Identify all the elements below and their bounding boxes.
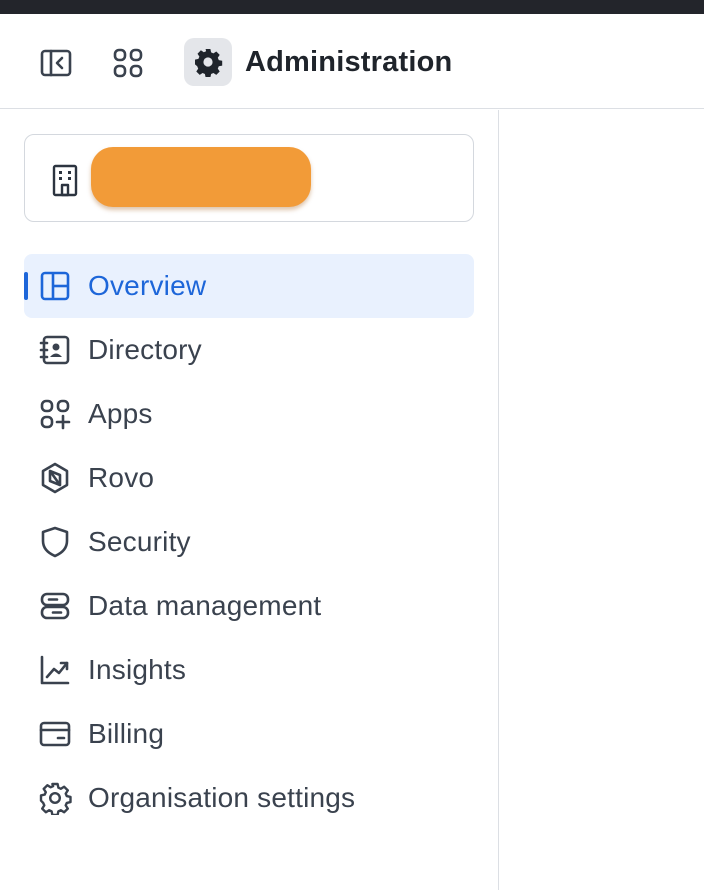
sidebar-item-label: Insights (88, 654, 187, 685)
organisation-name-redacted (91, 147, 311, 207)
sidebar-item-apps[interactable]: Apps (24, 382, 474, 446)
apps-icon (40, 399, 71, 430)
building-icon-wrap (49, 163, 81, 197)
sidebar-item-rovo[interactable]: Rovo (24, 446, 474, 510)
rovo-icon-wrap (38, 461, 72, 495)
sidebar-item-data-management[interactable]: Data management (24, 574, 474, 638)
sidebar-item-label: Overview (88, 270, 207, 301)
sidebar: Overview Directory Apps Rovo Security Da… (0, 110, 499, 890)
sidebar-item-directory[interactable]: Directory (24, 318, 474, 382)
main-content (500, 110, 704, 890)
sidebar-item-security[interactable]: Security (24, 510, 474, 574)
overview-icon-wrap (38, 269, 72, 303)
overview-icon (40, 271, 70, 301)
sidebar-item-label: Data management (88, 590, 322, 621)
sidebar-item-organisation-settings[interactable]: Organisation settings (24, 766, 474, 830)
sidebar-item-label: Organisation settings (88, 782, 356, 813)
window-top-strip (0, 0, 704, 14)
admin-app-icon-badge[interactable] (184, 38, 232, 86)
gear-icon (195, 49, 223, 77)
active-indicator (24, 272, 28, 300)
credit-card-icon-wrap (38, 717, 72, 751)
directory-icon (39, 335, 70, 365)
building-icon (52, 164, 78, 197)
gear-icon-wrap (38, 781, 72, 815)
sidebar-item-label: Rovo (88, 462, 155, 493)
sidebar-item-insights[interactable]: Insights (24, 638, 474, 702)
chart-line-icon (40, 655, 70, 685)
shield-icon-wrap (38, 525, 72, 559)
sidebar-item-label: Apps (88, 398, 153, 429)
top-header: Administration (0, 14, 704, 109)
app-switcher-button[interactable] (104, 39, 152, 87)
shield-icon (41, 526, 69, 558)
sidebar-item-label: Directory (88, 334, 202, 365)
organisation-selector[interactable] (24, 134, 474, 222)
chart-line-icon-wrap (38, 653, 72, 687)
credit-card-icon (39, 721, 71, 747)
sidebar-toggle-button[interactable] (32, 39, 80, 87)
database-icon (40, 592, 70, 620)
database-icon-wrap (38, 589, 72, 623)
gear-icon (39, 782, 72, 815)
sidebar-item-overview[interactable]: Overview (24, 254, 474, 318)
rovo-icon (41, 462, 69, 494)
sidebar-nav: Overview Directory Apps Rovo Security Da… (24, 254, 474, 830)
apps-icon-wrap (38, 397, 72, 431)
sidebar-item-label: Billing (88, 718, 165, 749)
page-title: Administration (245, 46, 453, 78)
app-grid-icon (113, 48, 143, 78)
sidebar-collapse-icon (40, 49, 72, 77)
sidebar-item-label: Security (88, 526, 191, 557)
sidebar-item-billing[interactable]: Billing (24, 702, 474, 766)
directory-icon-wrap (38, 333, 72, 367)
